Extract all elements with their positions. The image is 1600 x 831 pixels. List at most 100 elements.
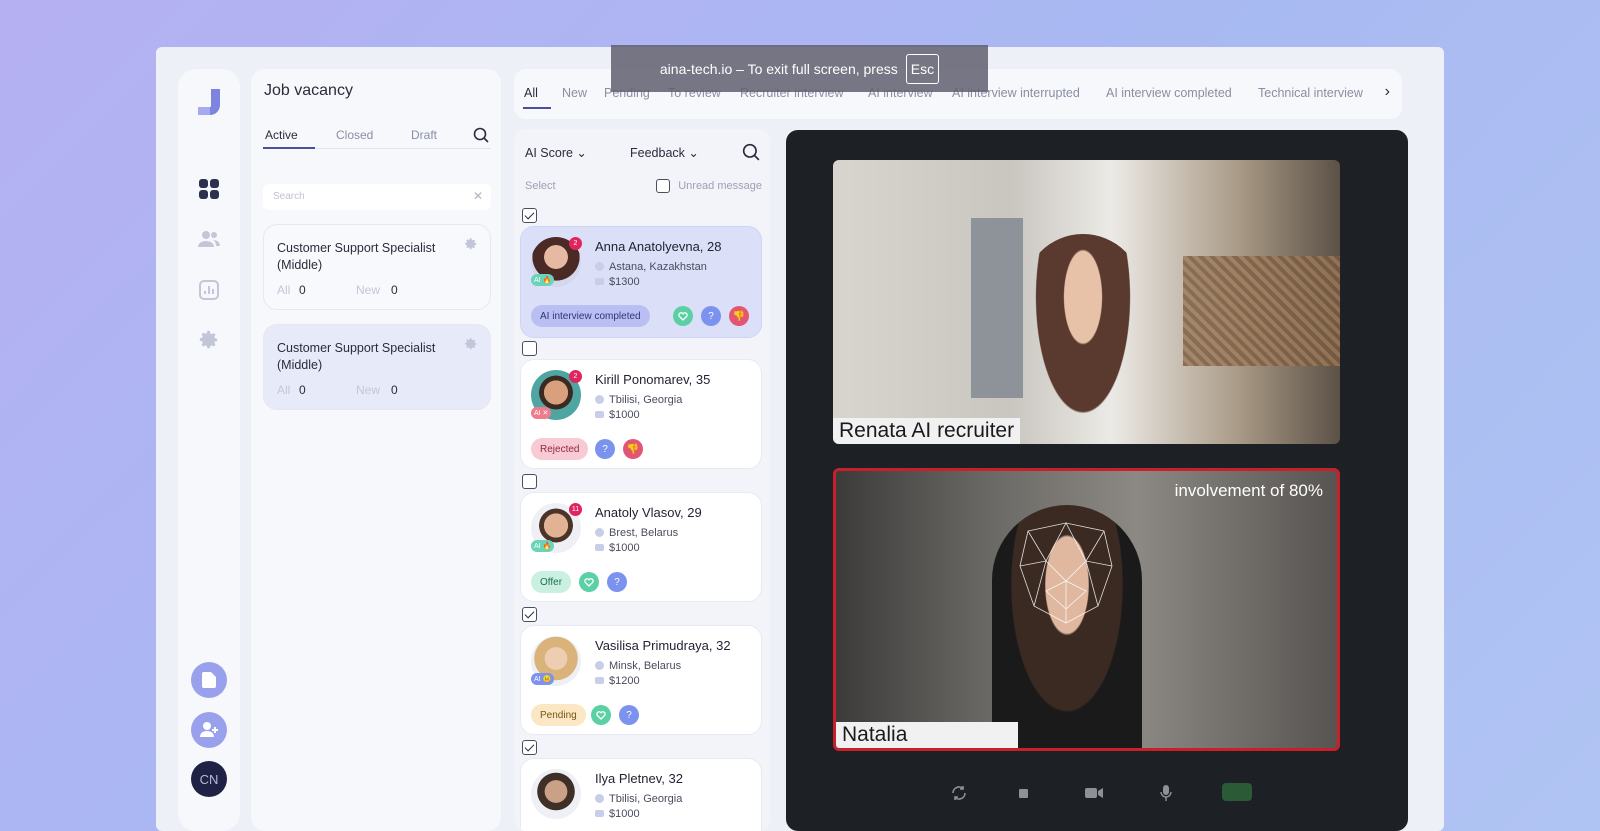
- candidate-name: Ilya Pletnev, 32: [595, 771, 683, 786]
- participant-name: Renata AI recruiter: [833, 418, 1021, 444]
- green-status-icon[interactable]: [1222, 783, 1252, 801]
- candidate-location: Tbilisi, Georgia: [609, 394, 683, 406]
- dashboard-icon[interactable]: [197, 177, 221, 201]
- ai-score-filter[interactable]: AI Score ⌄: [525, 145, 587, 160]
- new-count: 0: [391, 383, 398, 397]
- tab-draft[interactable]: Draft: [411, 128, 437, 142]
- candidate-card[interactable]: Ilya Pletnev, 32 Tbilisi, Georgia $1000: [520, 758, 762, 831]
- candidate-checkbox[interactable]: [522, 474, 537, 489]
- ai-tag: AI 🔥: [531, 540, 555, 552]
- gear-icon[interactable]: [464, 237, 478, 256]
- tab-active[interactable]: Active: [265, 128, 298, 142]
- chevron-down-icon: ⌄: [576, 146, 587, 160]
- tab-underline: [523, 107, 551, 109]
- question-icon[interactable]: ?: [607, 572, 627, 592]
- notification-badge: 2: [569, 237, 582, 250]
- panel-title: Job vacancy: [264, 82, 353, 99]
- users-icon[interactable]: [197, 227, 221, 251]
- microphone-icon[interactable]: [1156, 783, 1176, 803]
- vacancy-card[interactable]: Customer Support Specialist (Middle) All…: [263, 324, 491, 410]
- ai-tag: AI 😐: [531, 673, 555, 685]
- candidate-card[interactable]: 2 AI 🔥 Anna Anatolyevna, 28 Astana, Kaza…: [520, 226, 762, 338]
- search-icon[interactable]: [473, 127, 489, 148]
- all-count: 0: [299, 283, 306, 297]
- add-vacancy-button[interactable]: [191, 662, 227, 698]
- candidate-card[interactable]: 2 AI ✕ Kirill Ponomarev, 35 Tbilisi, Geo…: [520, 359, 762, 469]
- question-icon[interactable]: ?: [701, 306, 721, 326]
- tab-ai-interview-completed[interactable]: AI interview completed: [1106, 86, 1232, 100]
- candidate-card[interactable]: 11 AI 🔥 Anatoly Vlasov, 29 Brest, Belaru…: [520, 492, 762, 602]
- ai-tag: AI 🔥: [531, 274, 555, 286]
- location-icon: [595, 661, 604, 670]
- all-label: All: [277, 283, 291, 297]
- new-label: New: [356, 283, 381, 297]
- candidate-salary: $1000: [609, 808, 640, 820]
- candidate-checkbox[interactable]: [522, 607, 537, 622]
- chevron-right-icon[interactable]: ›: [1385, 83, 1390, 101]
- new-count: 0: [391, 283, 398, 297]
- tab-technical-interview[interactable]: Technical interview: [1258, 86, 1363, 100]
- dislike-icon[interactable]: 👎: [623, 439, 643, 459]
- candidate-location: Minsk, Belarus: [609, 660, 682, 672]
- status-badge: Rejected: [531, 438, 589, 460]
- wallet-icon: [595, 810, 604, 817]
- camera-icon[interactable]: [1084, 783, 1104, 803]
- avatar: [531, 769, 581, 819]
- all-count: 0: [299, 383, 306, 397]
- settings-icon[interactable]: [197, 328, 221, 352]
- clear-icon[interactable]: ✕: [473, 189, 483, 203]
- analytics-icon[interactable]: [197, 278, 221, 302]
- candidates-panel: AI Score ⌄ Feedback ⌄ Select Unread mess…: [514, 129, 770, 831]
- candidate-salary: $1300: [609, 276, 640, 288]
- unread-checkbox[interactable]: [656, 179, 670, 193]
- candidate-checkbox[interactable]: [522, 341, 537, 356]
- new-label: New: [356, 383, 381, 397]
- ai-score-label: AI Score: [525, 146, 573, 160]
- gear-icon[interactable]: [464, 337, 478, 356]
- user-avatar[interactable]: CN: [191, 761, 227, 797]
- vacancy-title: Customer Support Specialist (Middle): [277, 341, 436, 372]
- status-badge: Pending: [531, 704, 586, 726]
- app-logo[interactable]: [194, 87, 224, 117]
- candidate-card[interactable]: AI 😐 Vasilisa Primudraya, 32 Minsk, Bela…: [520, 625, 762, 735]
- like-icon[interactable]: [591, 705, 611, 725]
- wallet-icon: [595, 411, 604, 418]
- video-call-panel: Renata AI recruiter involvement of 80% N…: [786, 130, 1408, 831]
- status-badge: AI interview completed: [531, 305, 650, 327]
- candidate-checkbox[interactable]: [522, 208, 537, 223]
- vacancy-title: Customer Support Specialist (Middle): [277, 241, 436, 272]
- like-icon[interactable]: [579, 572, 599, 592]
- candidate-name: Kirill Ponomarev, 35: [595, 372, 711, 387]
- add-user-button[interactable]: [191, 712, 227, 748]
- recruiter-video-tile: Renata AI recruiter: [833, 160, 1340, 444]
- feedback-label: Feedback: [630, 146, 685, 160]
- job-vacancy-panel: Job vacancy Active Closed Draft Search ✕…: [251, 69, 501, 831]
- vacancy-card[interactable]: Customer Support Specialist (Middle) All…: [263, 224, 491, 310]
- refresh-icon[interactable]: [949, 783, 969, 803]
- candidate-salary: $1000: [609, 409, 640, 421]
- plant-wall: [1183, 256, 1340, 366]
- notification-badge: 2: [569, 370, 582, 383]
- all-label: All: [277, 383, 291, 397]
- candidate-location: Brest, Belarus: [609, 527, 679, 539]
- location-icon: [595, 395, 604, 404]
- vacancy-search-input[interactable]: Search ✕: [263, 184, 491, 210]
- app-window: CN Job vacancy Active Closed Draft Searc…: [156, 47, 1444, 831]
- select-label[interactable]: Select: [525, 180, 556, 192]
- chevron-down-icon: ⌄: [688, 146, 699, 160]
- dislike-icon[interactable]: 👎: [729, 306, 749, 326]
- search-icon[interactable]: [742, 143, 760, 166]
- candidate-name: Anna Anatolyevna, 28: [595, 239, 722, 254]
- tab-closed[interactable]: Closed: [336, 128, 373, 142]
- face-mesh-icon: [1019, 522, 1113, 624]
- like-icon[interactable]: [673, 306, 693, 326]
- question-icon[interactable]: ?: [595, 439, 615, 459]
- question-icon[interactable]: ?: [619, 705, 639, 725]
- tab-new[interactable]: New: [562, 86, 587, 100]
- stop-icon[interactable]: [1013, 783, 1033, 803]
- candidate-video-tile: involvement of 80% Natalia: [833, 468, 1340, 751]
- feedback-filter[interactable]: Feedback ⌄: [630, 145, 699, 160]
- ai-tag: AI ✕: [531, 407, 552, 419]
- tab-all[interactable]: All: [524, 86, 538, 100]
- candidate-checkbox[interactable]: [522, 740, 537, 755]
